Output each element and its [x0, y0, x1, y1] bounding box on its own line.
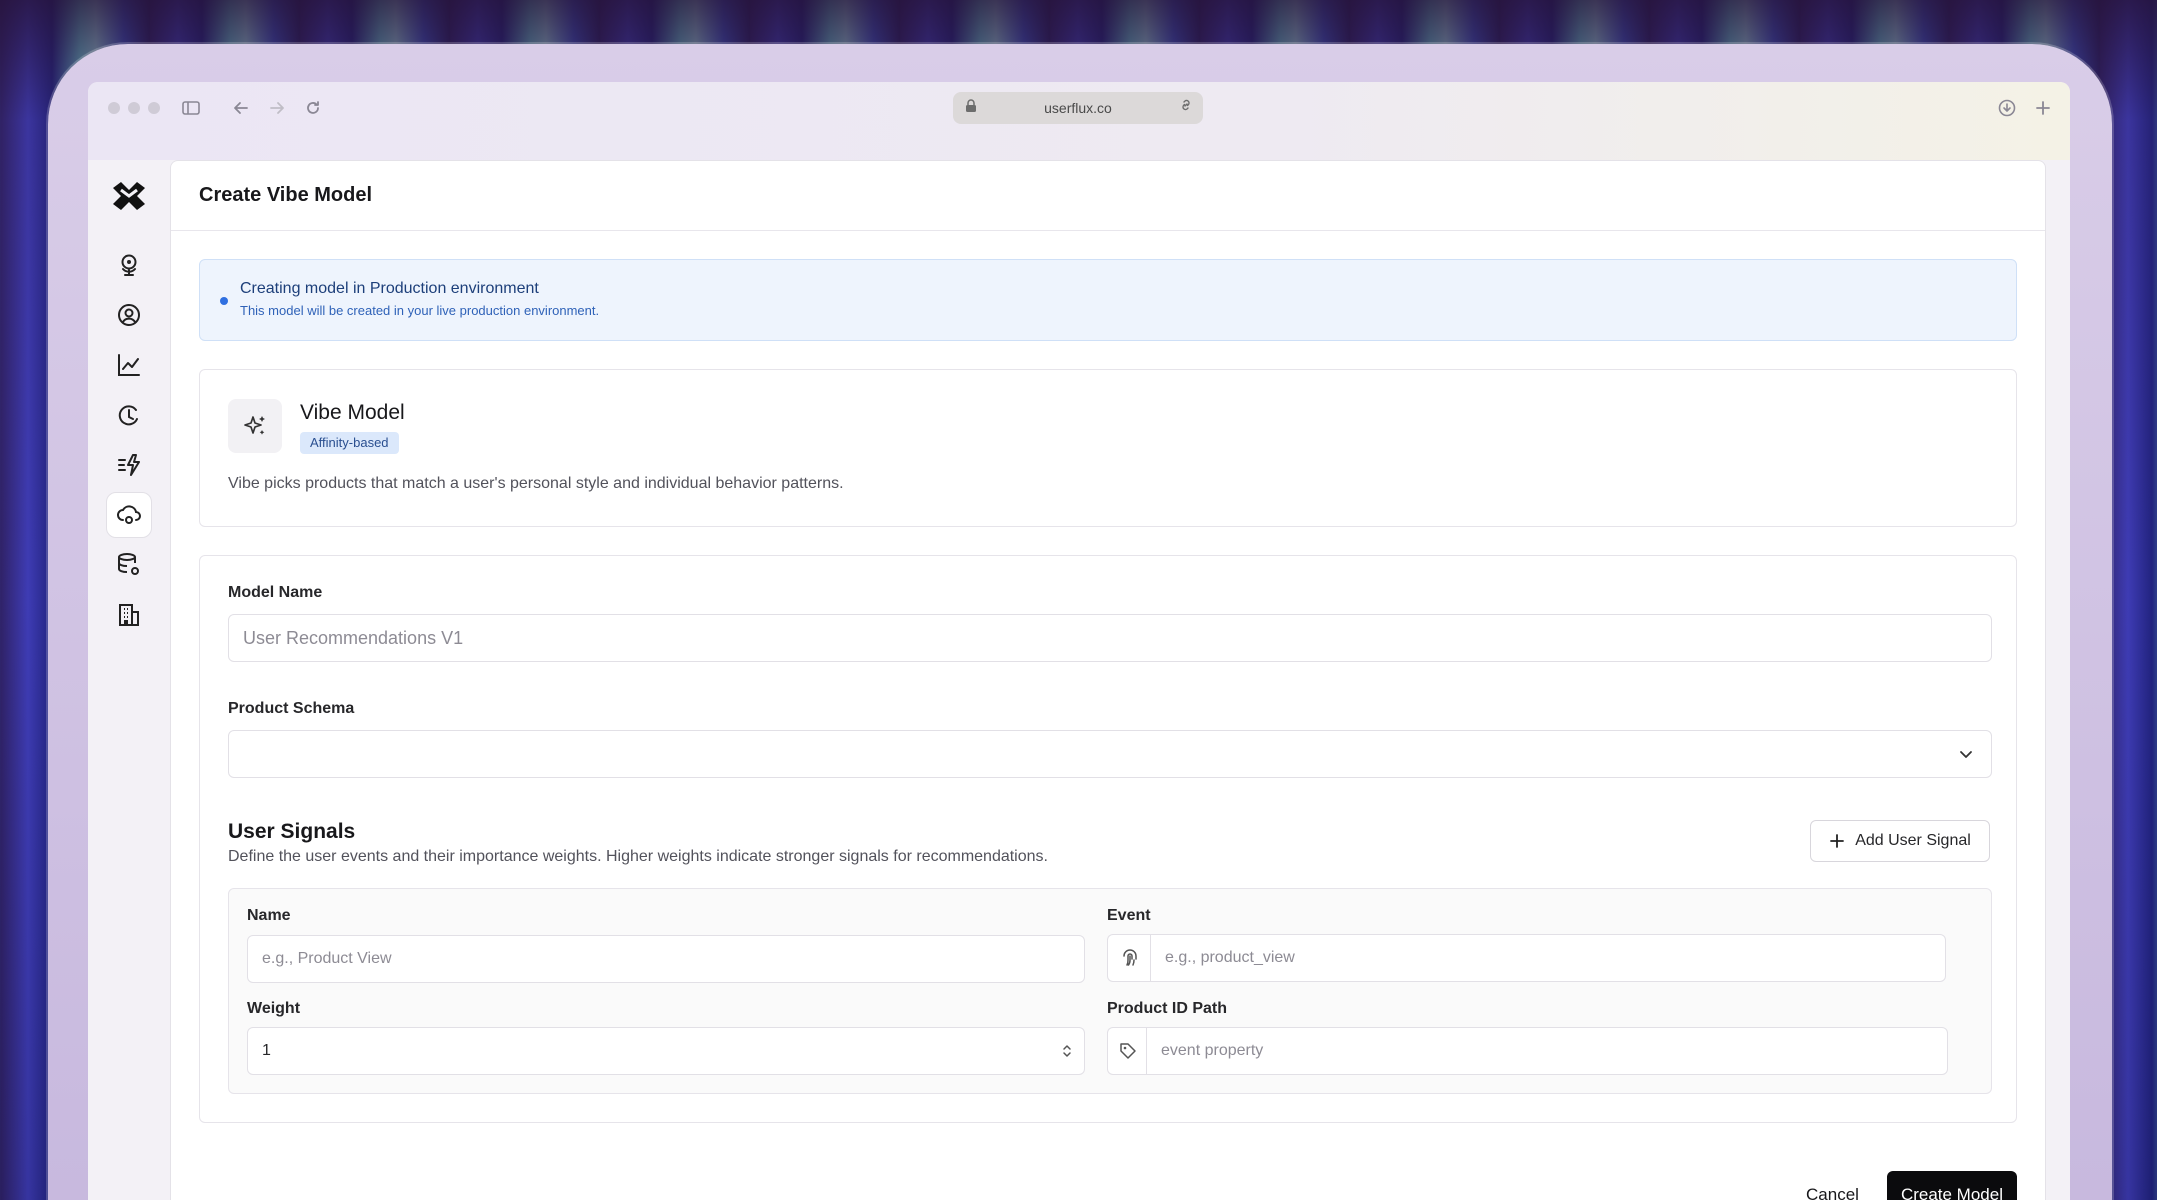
signal-event-label: Event [1107, 907, 1151, 924]
sidebar [88, 160, 170, 1200]
sidebar-item-users[interactable] [106, 292, 152, 338]
model-description: Vibe picks products that match a user's … [228, 475, 844, 492]
lightning-list-icon [118, 454, 140, 476]
app-shell: Create Vibe Model Creating model in Prod… [88, 160, 2070, 1200]
add-user-signal-button[interactable]: Add User Signal [1810, 820, 1990, 862]
cloud-ai-icon [117, 505, 141, 524]
cancel-button[interactable]: Cancel [1806, 1185, 1859, 1200]
fingerprint-icon [1107, 934, 1151, 982]
add-user-signal-label: Add User Signal [1855, 832, 1971, 849]
model-name-input[interactable] [228, 614, 1992, 662]
model-form-card: Model Name Product Schema User Signals D… [199, 555, 2017, 1123]
product-id-path-label: Product ID Path [1107, 1000, 1228, 1017]
browser-window: userflux.co Create Vibe Model Creating m… [88, 82, 2070, 1200]
banner-title: Creating model in Production environment [240, 280, 539, 297]
create-model-button[interactable]: Create Model [1886, 1171, 2017, 1200]
signal-name-label: Name [247, 907, 291, 924]
globe-stand-icon [121, 254, 137, 276]
forward-arrow-icon[interactable] [264, 98, 290, 124]
link-icon[interactable] [1179, 98, 1193, 115]
plus-icon [1830, 834, 1845, 848]
app-logo[interactable] [109, 176, 149, 216]
address-bar[interactable]: userflux.co [953, 92, 1203, 124]
database-settings-icon [118, 553, 139, 575]
signal-weight-wrapper [247, 1027, 1085, 1075]
product-id-path-input[interactable] [1146, 1027, 1948, 1075]
product-schema-select[interactable] [228, 730, 1992, 778]
back-arrow-icon[interactable] [228, 98, 254, 124]
download-icon[interactable] [1994, 98, 2020, 124]
user-signal-row: Name Event Weight [228, 888, 1992, 1094]
signal-weight-label: Weight [247, 1000, 301, 1017]
sidebar-item-analytics[interactable] [106, 342, 152, 388]
lock-icon [965, 99, 981, 115]
status-dot-icon [220, 297, 228, 305]
reload-icon[interactable] [300, 98, 326, 124]
user-circle-icon [118, 304, 140, 326]
product-schema-label: Product Schema [228, 700, 355, 717]
user-signals-description: Define the user events and their importa… [228, 848, 1048, 865]
sidebar-item-organization[interactable] [106, 592, 152, 638]
environment-banner: Creating model in Production environment… [199, 259, 2017, 341]
signal-weight-input[interactable] [247, 1027, 1085, 1075]
minimize-window-dot[interactable] [128, 102, 140, 114]
sidebar-item-retention[interactable] [106, 392, 152, 438]
model-name-label: Model Name [228, 584, 323, 601]
user-signals-title: User Signals [228, 820, 356, 843]
chevron-down-icon [1960, 751, 1972, 758]
sparkles-icon [228, 399, 282, 453]
maximize-window-dot[interactable] [148, 102, 160, 114]
sidebar-toggle-icon[interactable] [178, 98, 204, 124]
stepper-arrows-icon[interactable] [1061, 1041, 1073, 1061]
building-icon [119, 604, 139, 626]
model-type-badge: Affinity-based [300, 432, 399, 454]
close-window-dot[interactable] [108, 102, 120, 114]
form-actions: Cancel Create Model [1806, 1171, 2017, 1200]
sidebar-item-explore[interactable] [106, 242, 152, 288]
page-header: Create Vibe Model [171, 161, 2045, 231]
new-tab-plus-icon[interactable] [2030, 98, 2056, 124]
model-name: Vibe Model [300, 401, 405, 424]
tag-icon [1107, 1027, 1147, 1075]
browser-toolbar: userflux.co [88, 82, 2070, 160]
model-info-card: Vibe Model Affinity-based Vibe picks pro… [199, 369, 2017, 527]
retention-cycle-icon [118, 405, 138, 426]
sidebar-item-models[interactable] [106, 492, 152, 538]
line-chart-icon [118, 354, 140, 376]
signal-event-input[interactable] [1150, 934, 1946, 982]
main-panel: Create Vibe Model Creating model in Prod… [170, 160, 2046, 1200]
banner-subtitle: This model will be created in your live … [240, 303, 600, 318]
content-area: Creating model in Production environment… [171, 231, 2045, 1123]
url-text: userflux.co [1044, 100, 1112, 116]
signal-name-input[interactable] [247, 935, 1085, 983]
sidebar-item-data[interactable] [106, 542, 152, 588]
sidebar-item-automations[interactable] [106, 442, 152, 488]
page-title: Create Vibe Model [199, 184, 373, 206]
window-controls[interactable] [108, 102, 160, 114]
